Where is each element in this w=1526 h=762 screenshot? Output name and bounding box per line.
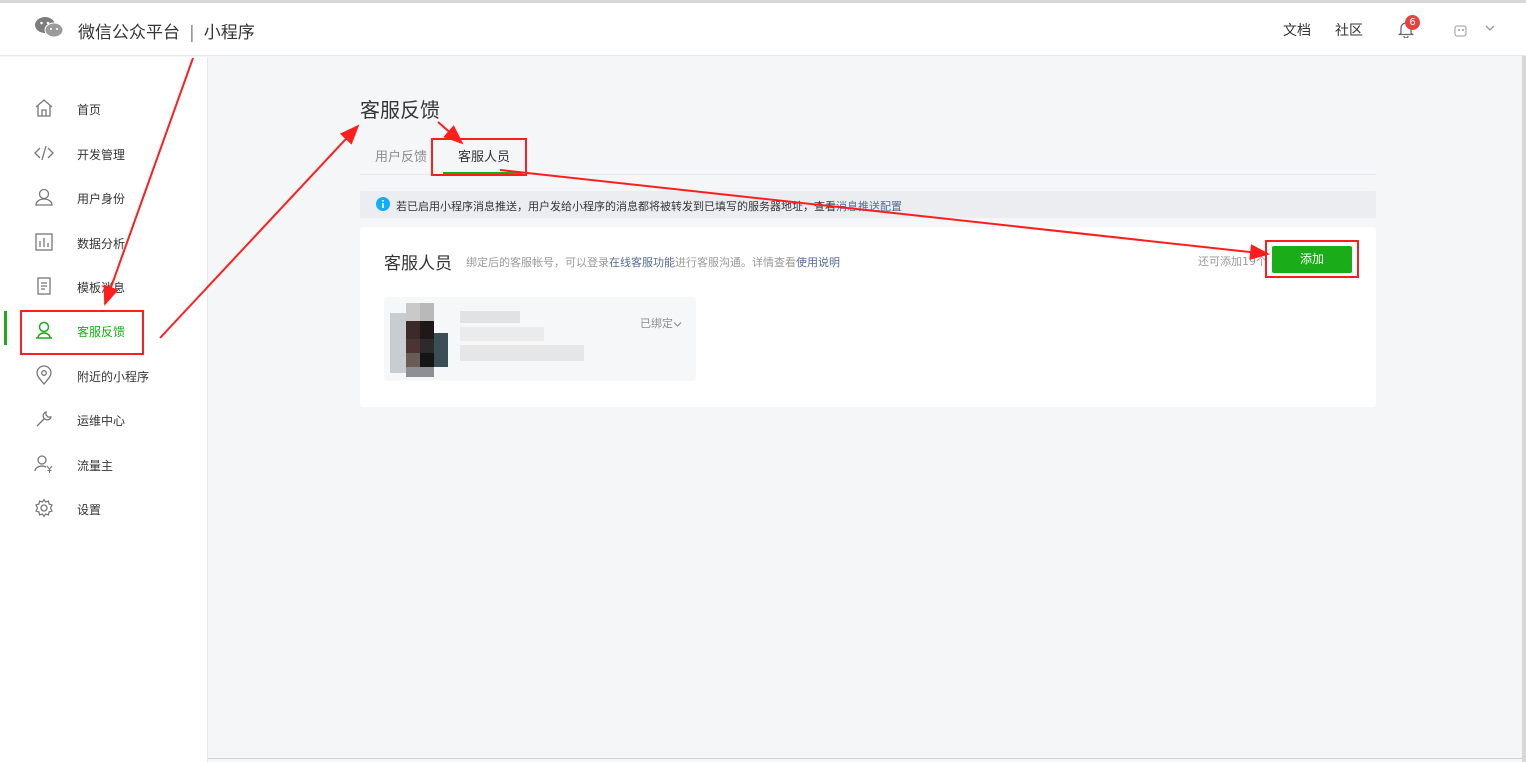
tab-service-staff[interactable]: 客服人员	[458, 146, 510, 165]
sidebar-item-label: 模板消息	[77, 281, 126, 295]
document-icon	[37, 277, 51, 295]
sidebar-item-analytics[interactable]: 数据分析	[0, 221, 207, 265]
sidebar-item-label: 运维中心	[77, 414, 126, 428]
sidebar-item-label: 流量主	[77, 459, 114, 473]
notice-message: 若已启用小程序消息推送，用户发给小程序的消息都将被转发到已填写的服务器地址，查看	[396, 200, 836, 213]
community-link[interactable]: 社区	[1335, 20, 1363, 40]
brand-separator: |	[189, 23, 195, 43]
product-name: 小程序	[203, 23, 255, 43]
card-description: 绑定后的客服帐号，可以登录在线客服功能进行客服沟通。详情查看使用说明	[466, 254, 840, 270]
sidebar-item-user-identity[interactable]: 用户身份	[0, 176, 207, 220]
online-service-link[interactable]: 在线客服功能	[609, 256, 675, 269]
home-icon	[35, 99, 53, 117]
sidebar: 首页 开发管理 用户身份 数据分析 模板消息 客服反馈 附近的小程序 运维中心 …	[0, 57, 208, 762]
desc-middle: 进行客服沟通。详情查看	[675, 256, 796, 269]
bound-status[interactable]: 已绑定	[640, 315, 682, 331]
sidebar-item-nearby[interactable]: 附近的小程序	[0, 354, 207, 398]
user-avatar-icon[interactable]	[1454, 24, 1468, 38]
tab-bar: 用户反馈 客服人员	[360, 136, 1376, 175]
service-staff-card: 客服人员 绑定后的客服帐号，可以登录在线客服功能进行客服沟通。详情查看使用说明 …	[360, 227, 1376, 407]
brand-title[interactable]: 微信公众平台 | 小程序	[78, 18, 255, 43]
notice-text: 若已启用小程序消息推送，用户发给小程序的消息都将被转发到已填写的服务器地址，查看…	[396, 198, 902, 214]
window-right-edge	[1522, 56, 1526, 762]
wechat-logo-icon[interactable]	[34, 16, 64, 38]
staff-id-blurred	[460, 327, 544, 341]
add-button[interactable]: 添加	[1272, 246, 1352, 273]
sidebar-item-customer-service[interactable]: 客服反馈	[0, 309, 207, 353]
sidebar-item-label: 设置	[77, 503, 102, 517]
sidebar-item-label: 客服反馈	[77, 325, 126, 339]
staff-item[interactable]: 已绑定	[384, 297, 696, 381]
desc-prefix: 绑定后的客服帐号，可以登录	[466, 256, 609, 269]
wrench-icon	[36, 411, 52, 427]
sidebar-item-label: 数据分析	[77, 237, 126, 251]
sidebar-item-template-msg[interactable]: 模板消息	[0, 265, 207, 309]
chevron-down-icon	[673, 321, 682, 327]
gear-icon	[35, 498, 53, 518]
push-config-link[interactable]: 消息推送配置	[836, 200, 902, 213]
service-icon	[36, 321, 52, 339]
sidebar-item-settings[interactable]: 设置	[0, 487, 207, 531]
sidebar-item-dev[interactable]: 开发管理	[0, 132, 207, 176]
sidebar-item-label: 用户身份	[77, 192, 126, 206]
card-title: 客服人员	[384, 254, 452, 274]
staff-name-blurred	[460, 311, 520, 323]
user-yen-icon	[34, 455, 53, 473]
sidebar-item-label: 附近的小程序	[77, 370, 150, 384]
usage-guide-link[interactable]: 使用说明	[796, 256, 840, 269]
window-top-strip	[0, 0, 1526, 3]
tab-user-feedback[interactable]: 用户反馈	[375, 146, 427, 165]
active-tab-underline	[443, 172, 523, 174]
page-title: 客服反馈	[360, 98, 440, 122]
staff-avatar	[390, 303, 448, 377]
bottom-divider	[208, 758, 1522, 759]
notice-bar: 若已启用小程序消息推送，用户发给小程序的消息都将被转发到已填写的服务器地址，查看…	[360, 191, 1376, 218]
sidebar-item-ops[interactable]: 运维中心	[0, 398, 207, 442]
brand-name: 微信公众平台	[78, 23, 180, 43]
notification-badge: 6	[1405, 15, 1420, 30]
top-bar: 微信公众平台 | 小程序 文档 社区 6	[0, 0, 1526, 56]
remaining-count: 还可添加19个	[1198, 255, 1267, 268]
location-icon	[36, 365, 52, 385]
sidebar-item-traffic[interactable]: 流量主	[0, 443, 207, 487]
docs-link[interactable]: 文档	[1283, 20, 1311, 40]
user-icon	[35, 188, 53, 206]
info-icon	[376, 197, 390, 211]
sidebar-item-label: 开发管理	[77, 148, 126, 162]
code-icon	[34, 145, 54, 161]
sidebar-item-home[interactable]: 首页	[0, 87, 207, 131]
bound-status-label: 已绑定	[640, 317, 673, 330]
sidebar-item-label: 首页	[77, 103, 102, 117]
chart-icon	[35, 233, 53, 251]
staff-info-blurred	[460, 345, 584, 361]
chevron-down-icon[interactable]	[1485, 24, 1495, 32]
